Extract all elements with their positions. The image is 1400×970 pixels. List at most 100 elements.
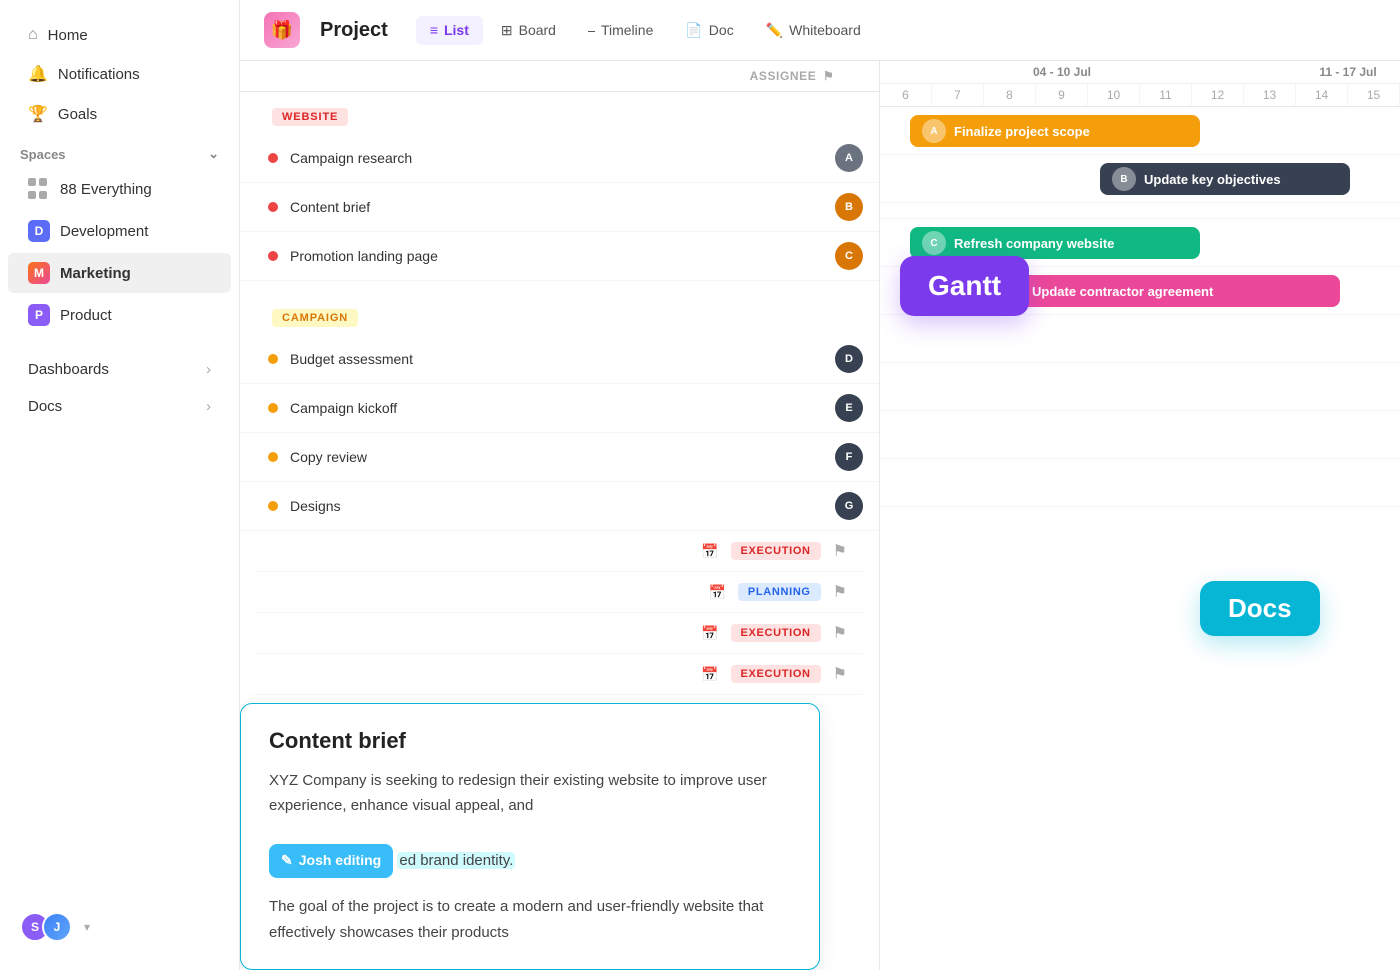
task-name: Content brief [290, 199, 835, 215]
week2-label: 11 - 17 Jul [1244, 61, 1400, 84]
calendar-icon: 📅 [701, 666, 718, 683]
status-row[interactable]: 📅 EXECUTION ⚑ [256, 531, 863, 572]
sidebar-item-product[interactable]: P Product [8, 295, 231, 335]
sidebar-dashboards-label: Dashboards [28, 361, 196, 378]
task-name: Promotion landing page [290, 248, 835, 264]
docs-panel: Content brief XYZ Company is seeking to … [240, 703, 820, 970]
avatar: E [835, 394, 863, 422]
avatar: D [835, 345, 863, 373]
dev-icon: D [28, 220, 50, 242]
docs-body: XYZ Company is seeking to redesign their… [269, 768, 791, 945]
task-name: Campaign research [290, 150, 835, 166]
main-content: 🎁 Project ≡ List ⊞ Board ⎯ Timeline 📄 Do… [240, 0, 1400, 970]
docs-text-1: XYZ Company is seeking to redesign their… [269, 768, 791, 819]
floating-docs-label: Docs [1200, 581, 1320, 636]
tab-whiteboard[interactable]: ✏️ Whiteboard [752, 16, 875, 45]
task-row[interactable]: Designs G [240, 482, 879, 531]
bar-avatar: C [922, 231, 946, 255]
flag-icon: ⚑ [823, 69, 834, 83]
josh-editing-label: Josh editing [299, 849, 381, 873]
whiteboard-icon: ✏️ [766, 22, 783, 39]
task-row[interactable]: Copy review F [240, 433, 879, 482]
avatar-stack: S J [20, 912, 72, 942]
section-label-campaign: CAMPAIGN [272, 309, 358, 327]
section-label-website: WEBSITE [272, 108, 348, 126]
gantt-row-empty [880, 459, 1400, 507]
sidebar: ⌂ Home 🔔 Notifications 🏆 Goals Spaces ⌄ … [0, 0, 240, 970]
status-row[interactable]: 📅 PLANNING ⚑ [256, 572, 863, 613]
sidebar-item-docs[interactable]: Docs › [8, 389, 231, 424]
doc-icon: 📄 [685, 22, 702, 39]
avatar: B [835, 193, 863, 221]
goals-icon: 🏆 [28, 104, 48, 124]
sidebar-item-goals[interactable]: 🏆 Goals [8, 95, 231, 133]
task-row[interactable]: Campaign kickoff E [240, 384, 879, 433]
gantt-day: 12 [1192, 84, 1244, 106]
tab-board[interactable]: ⊞ Board [487, 16, 570, 45]
task-dot [268, 403, 278, 413]
mkt-icon: M [28, 262, 50, 284]
gantt-header: 04 - 10 Jul 6 7 8 9 10 11 12 11 - 17 Jul… [880, 61, 1400, 107]
status-badge-execution: EXECUTION [731, 542, 821, 560]
bell-icon: 🔔 [28, 64, 48, 84]
bar-avatar: A [922, 119, 946, 143]
calendar-icon: 📅 [708, 584, 725, 601]
chevron-right-docs-icon: › [206, 398, 211, 415]
sidebar-home-label: Home [48, 27, 88, 44]
sidebar-product-label: Product [60, 307, 112, 324]
flag-task-icon: ⚑ [833, 541, 847, 561]
sidebar-item-home[interactable]: ⌂ Home [8, 17, 231, 53]
everything-icon [28, 178, 50, 200]
sidebar-item-dashboards[interactable]: Dashboards › [8, 352, 231, 387]
docs-highlight: ed brand identity. [397, 852, 515, 869]
gantt-bar-1[interactable]: A Finalize project scope [910, 115, 1200, 147]
task-row[interactable]: Content brief B [240, 183, 879, 232]
sidebar-item-marketing[interactable]: M Marketing [8, 253, 231, 293]
task-row[interactable]: Promotion landing page C [240, 232, 879, 281]
gantt-day: 11 [1140, 84, 1192, 106]
flag-task-icon: ⚑ [833, 664, 847, 684]
status-row[interactable]: 📅 EXECUTION ⚑ [256, 613, 863, 654]
timeline-icon: ⎯ [588, 22, 595, 39]
task-name: Budget assessment [290, 351, 835, 367]
gantt-row-2: B Update key objectives [880, 155, 1400, 203]
sidebar-footer: S J ▾ [0, 900, 239, 954]
status-row[interactable]: 📅 EXECUTION ⚑ [256, 654, 863, 695]
sidebar-item-everything[interactable]: 88 Everything [8, 169, 231, 209]
task-name: Campaign kickoff [290, 400, 835, 416]
status-badge-execution: EXECUTION [731, 624, 821, 642]
project-logo: 🎁 [264, 12, 300, 48]
gantt-row-empty [880, 363, 1400, 411]
gantt-bar-4[interactable]: Update contractor agreement [1020, 275, 1340, 307]
gantt-bar-2[interactable]: B Update key objectives [1100, 163, 1350, 195]
gantt-bar-3[interactable]: C Refresh company website [910, 227, 1200, 259]
chevron-down-icon[interactable]: ⌄ [208, 146, 219, 162]
task-row[interactable]: Budget assessment D [240, 335, 879, 384]
footer-caret[interactable]: ▾ [84, 920, 90, 934]
gantt-row-empty [880, 315, 1400, 363]
task-dot [268, 354, 278, 364]
task-dot [268, 452, 278, 462]
avatar-j: J [42, 912, 72, 942]
task-row[interactable]: Campaign research A [240, 134, 879, 183]
status-rows: 📅 EXECUTION ⚑ 📅 PLANNING ⚑ 📅 EXECUTION ⚑… [240, 531, 879, 695]
task-name: Designs [290, 498, 835, 514]
bar-avatar: B [1112, 167, 1136, 191]
gantt-day: 10 [1088, 84, 1140, 106]
sidebar-item-development[interactable]: D Development [8, 211, 231, 251]
avatar: C [835, 242, 863, 270]
gantt-spacer [880, 203, 1400, 219]
nav-tabs: ≡ List ⊞ Board ⎯ Timeline 📄 Doc ✏️ White… [416, 16, 875, 45]
flag-task-icon: ⚑ [833, 582, 847, 602]
sidebar-everything-label: 88 Everything [60, 181, 152, 198]
calendar-icon: 📅 [701, 543, 718, 560]
week2-days: 13 14 15 16 [1244, 84, 1400, 106]
sidebar-item-notifications[interactable]: 🔔 Notifications [8, 55, 231, 93]
week1-days: 6 7 8 9 10 11 12 [880, 84, 1244, 106]
gantt-bar-label: Update contractor agreement [1032, 284, 1213, 299]
tab-list[interactable]: ≡ List [416, 16, 483, 45]
gantt-day: 8 [984, 84, 1036, 106]
tab-doc[interactable]: 📄 Doc [671, 16, 747, 45]
tab-timeline[interactable]: ⎯ Timeline [574, 16, 667, 45]
gantt-day: 14 [1296, 84, 1348, 106]
